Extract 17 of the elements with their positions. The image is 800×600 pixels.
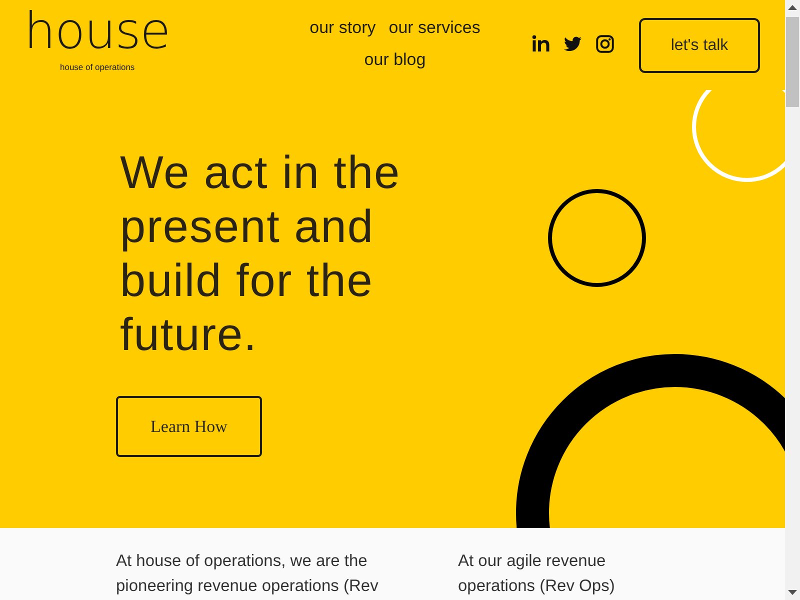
scroll-up-icon[interactable] — [788, 5, 797, 10]
logo-tagline: house of operations — [60, 62, 135, 72]
logo-wordmark[interactable]: house — [24, 7, 170, 55]
nav-link[interactable]: our blog — [364, 44, 426, 76]
nav-link[interactable]: our services — [388, 12, 480, 44]
nav-link[interactable]: our story — [310, 12, 376, 44]
scrollbar[interactable] — [785, 0, 800, 600]
camera-icon[interactable] — [596, 35, 614, 53]
hero-headline: We act in the present and build for the future. — [120, 145, 402, 361]
scroll-down-icon[interactable] — [788, 590, 797, 595]
intro-paragraph: At house of operations, we are the pioneering revenue operations (Rev — [116, 551, 380, 597]
learn-how-button[interactable]: Learn How — [116, 396, 262, 457]
bird-icon[interactable] — [564, 35, 582, 53]
scrollbar-thumb[interactable] — [786, 17, 799, 107]
linkedin-icon[interactable] — [532, 35, 550, 53]
intro-paragraph: At our agile revenue operations (Rev Ops) — [458, 551, 616, 597]
lets-talk-button[interactable]: let's talk — [639, 18, 760, 73]
